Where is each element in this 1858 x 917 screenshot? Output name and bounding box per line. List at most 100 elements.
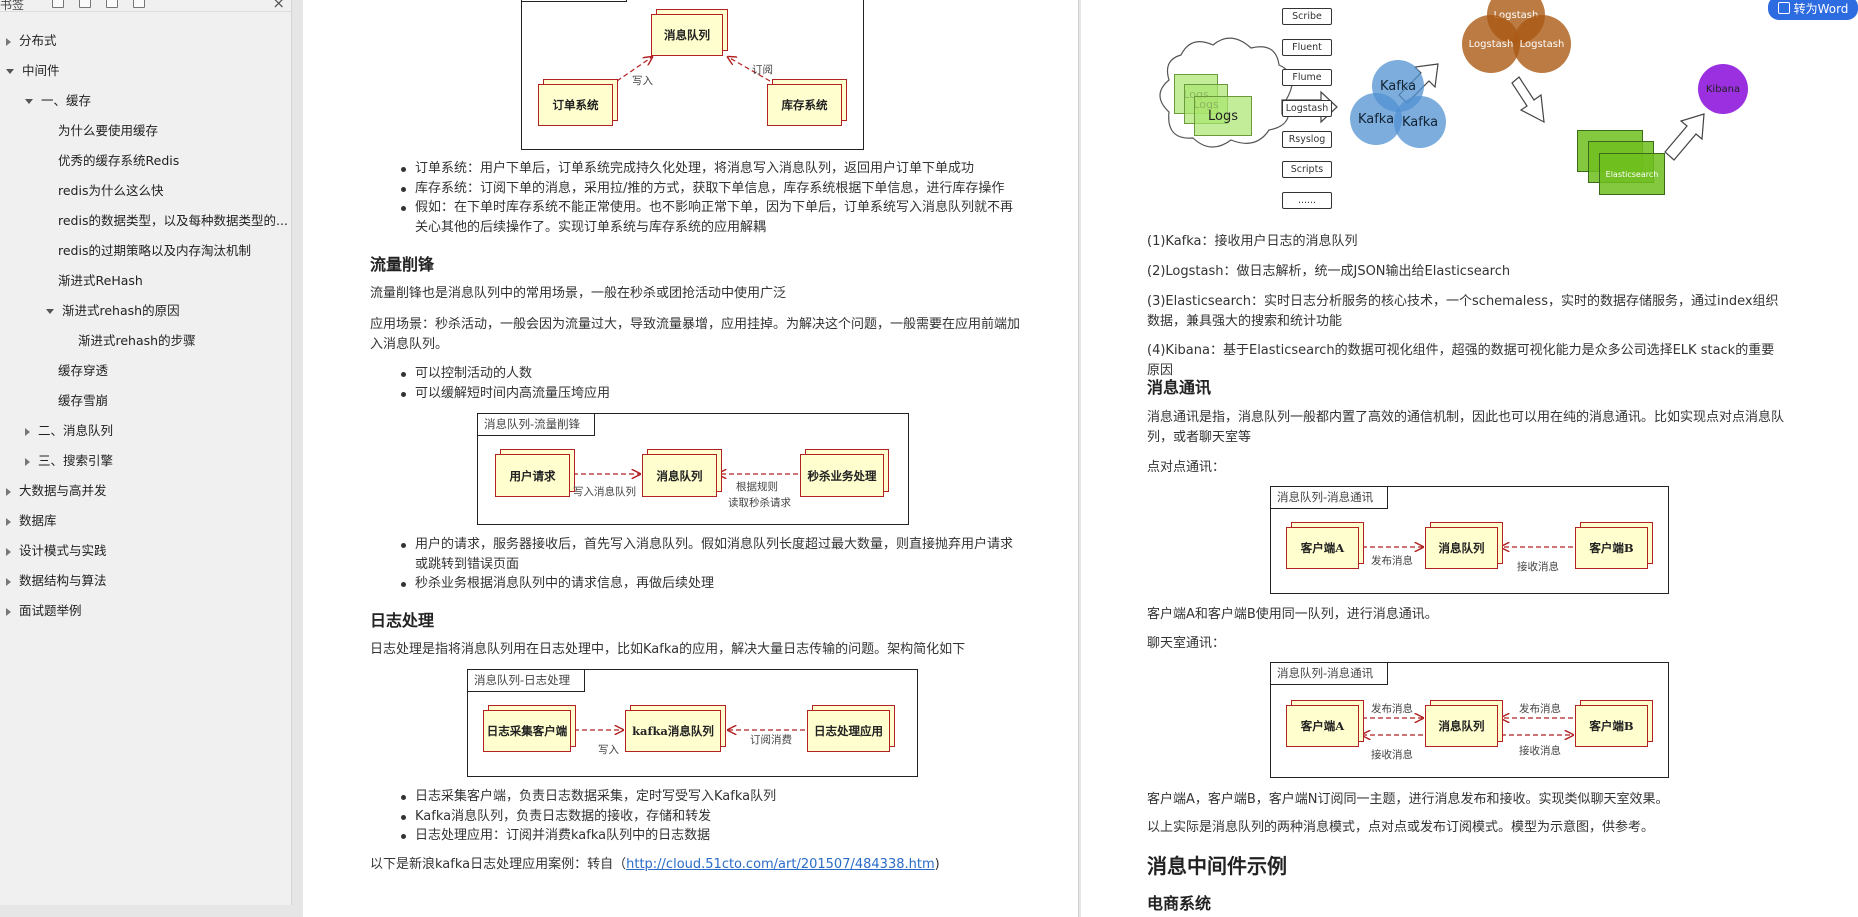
sidebar-toolbar: [52, 0, 145, 8]
sidebar-item[interactable]: 为什么要使用缓存: [58, 118, 158, 144]
case-paragraph: 以下是新浪kafka日志处理应用案例：转自（http://cloud.51cto…: [370, 855, 1030, 875]
sidebar-item-label: redis的过期策略以及内存淘汰机制: [58, 243, 251, 258]
sidebar-item-label: 一、缓存: [41, 93, 92, 108]
sidebar-item-label: 数据库: [19, 513, 57, 528]
queue-node: 消息队列: [642, 454, 717, 497]
sidebar-item[interactable]: redis的数据类型，以及每种数据类型的...: [58, 208, 288, 234]
sidebar-item[interactable]: 渐进式rehash的步骤: [78, 328, 196, 354]
paragraph: (3)Elasticsearch：实时日志分析服务的核心技术，一个schemal…: [1147, 294, 1779, 329]
sidebar-item[interactable]: 面试题举例: [6, 598, 82, 624]
sidebar-item[interactable]: redis为什么这么快: [58, 178, 163, 204]
decoupling-diagram: 消息队列 订单系统 库存系统 写入 订阅: [521, 0, 864, 150]
paragraph: 消息通讯是指，消息队列一般都内置了高效的通信机制，因此也可以用在纯的消息通讯。比…: [1147, 410, 1785, 445]
sidebar-title: 书签: [0, 0, 25, 12]
sidebar-item[interactable]: 分布式: [6, 28, 57, 54]
sidebar-item[interactable]: 中间件: [6, 58, 60, 84]
list-item: 日志采集客户端，负责日志数据采集，定时写受写入Kafka队列: [399, 787, 1019, 807]
rule-label-2: 读取秒杀请求: [728, 497, 791, 509]
collapsed-arrow-icon[interactable]: [6, 37, 11, 46]
expand-all-icon[interactable]: [52, 0, 64, 8]
sidebar-item[interactable]: 大数据与高并发: [6, 478, 107, 504]
decoupling-bullets: 订单系统：用户下单后，订单系统完成持久化处理，将消息写入消息队列，返回用户订单下…: [399, 159, 1019, 237]
log-client-node: 日志采集客户端: [483, 710, 571, 752]
subscribe-consume-label: 订阅消费: [750, 734, 792, 746]
sidebar-item[interactable]: 渐进式ReHash: [58, 268, 143, 294]
sidebar-item-label: 缓存穿透: [58, 363, 109, 378]
rule-label-1: 根据规则: [736, 481, 778, 493]
stock-system-node: 库存系统: [767, 84, 842, 126]
client-a-node: 客户端A: [1286, 527, 1359, 569]
sidebar-header: 书签 ×: [0, 0, 291, 12]
heading-peak: 流量削锋: [370, 255, 435, 274]
sidebar-item-label: 中间件: [22, 63, 60, 78]
write-queue-label: 写入消息队列: [573, 486, 636, 498]
seckill-node: 秒杀业务处理: [800, 454, 884, 497]
expanded-arrow-icon[interactable]: [25, 99, 33, 104]
bookmark-settings-icon[interactable]: [133, 0, 145, 8]
logstash-circle: Logstash: [1462, 15, 1520, 73]
elasticsearch-box: Elasticsearch: [1599, 153, 1665, 195]
sidebar-item[interactable]: 一、缓存: [25, 88, 91, 114]
collapsed-arrow-icon[interactable]: [25, 457, 30, 466]
client-b-node: 客户端B: [1575, 705, 1648, 747]
collapsed-arrow-icon[interactable]: [6, 547, 11, 556]
source-box: Fluent: [1282, 39, 1332, 56]
receive-label: 接收消息: [1371, 749, 1413, 761]
queue-node: 消息队列: [1425, 527, 1498, 569]
sidebar-item-label: 缓存雪崩: [58, 393, 109, 408]
sidebar-item[interactable]: 二、消息队列: [25, 418, 113, 444]
list-item: 秒杀业务根据消息队列中的请求信息，再做后续处理: [399, 574, 1019, 594]
paragraph: 流量削锋也是消息队列中的常用场景，一般在秒杀或团抢活动中使用广泛: [370, 286, 787, 301]
sidebar-item-label: 渐进式rehash的步骤: [78, 333, 196, 348]
sidebar-item-label: 优秀的缓存系统Redis: [58, 153, 180, 168]
user-request-node: 用户请求: [495, 454, 570, 497]
paragraph: 点对点通讯：: [1147, 460, 1226, 475]
sidebar-item-label: 大数据与高并发: [19, 483, 107, 498]
collapsed-arrow-icon[interactable]: [6, 517, 11, 526]
peak-bullets: 可以控制活动的人数 可以缓解短时间内高流量压垮应用: [399, 364, 1019, 403]
list-item: Kafka消息队列，负责日志数据的接收，存储和转发: [399, 807, 1019, 827]
log-diagram: 消息队列-日志处理 日志采集客户端 kafka消息队列 日志处理应用 写入 订阅…: [467, 669, 918, 777]
sidebar-item[interactable]: 设计模式与实践: [6, 538, 107, 564]
sidebar-item-label: 渐进式ReHash: [58, 273, 143, 288]
source-box: Rsyslog: [1282, 131, 1332, 148]
list-item: 可以控制活动的人数: [399, 364, 1019, 384]
collapsed-arrow-icon[interactable]: [6, 577, 11, 586]
add-bookmark-icon[interactable]: [106, 0, 118, 8]
case-suffix: ): [934, 857, 940, 872]
collapsed-arrow-icon[interactable]: [25, 427, 30, 436]
case-link[interactable]: http://cloud.51cto.com/art/201507/484338…: [626, 857, 935, 872]
close-icon[interactable]: ×: [272, 0, 285, 12]
heading-ecommerce: 电商系统: [1147, 894, 1212, 913]
list-item: 日志处理应用：订阅并消费kafka队列中的日志数据: [399, 826, 1019, 846]
sidebar-item[interactable]: 缓存穿透: [58, 358, 108, 384]
sidebar-item[interactable]: 数据结构与算法: [6, 568, 107, 594]
elk-diagram: Logs Logs Logs Scribe Fluent Flume Logst…: [1151, 0, 1771, 209]
sidebar-item[interactable]: redis的过期策略以及内存淘汰机制: [58, 238, 251, 264]
paragraph: (1)Kafka：接收用户日志的消息队列: [1147, 234, 1358, 249]
paragraph: (2)Logstash：做日志解析，统一成JSON输出给Elasticsearc…: [1147, 264, 1511, 279]
sidebar-item[interactable]: 三、搜索引擎: [25, 448, 113, 474]
sidebar-item[interactable]: 数据库: [6, 508, 57, 534]
case-prefix: 以下是新浪kafka日志处理应用案例：转自（: [370, 857, 627, 872]
sidebar-item[interactable]: 渐进式rehash的原因: [46, 298, 180, 324]
collapsed-arrow-icon[interactable]: [6, 607, 11, 616]
sidebar-item[interactable]: 缓存雪崩: [58, 388, 108, 414]
convert-to-word-button[interactable]: 转为Word: [1768, 0, 1858, 20]
bookmark-sidebar: 书签 × 分布式中间件一、缓存为什么要使用缓存优秀的缓存系统Redis redis…: [0, 0, 292, 905]
log-bullets: 日志采集客户端，负责日志数据采集，定时写受写入Kafka队列 Kafka消息队列…: [399, 787, 1019, 846]
peak-diagram: 消息队列-流量削锋 用户请求 消息队列 秒杀业务处理 写入消息队列 根据规则 读…: [477, 413, 909, 525]
publish-label: 发布消息: [1519, 703, 1561, 715]
paragraph: 应用场景：秒杀活动，一般会因为流量过大，导致流量暴增，应用挂掉。为解决这个问题，…: [370, 317, 1021, 352]
expanded-arrow-icon[interactable]: [46, 309, 54, 314]
receive-label: 接收消息: [1517, 561, 1559, 573]
list-item: 假如：在下单时库存系统不能正常使用。也不影响正常下单，因为下单后，订单系统写入消…: [399, 198, 1019, 237]
collapsed-arrow-icon[interactable]: [6, 487, 11, 496]
paragraph: 客户端A，客户端B，客户端N订阅同一主题，进行消息发布和接收。实现类似聊天室效果…: [1147, 792, 1669, 807]
collapse-all-icon[interactable]: [79, 0, 91, 8]
sidebar-item[interactable]: 优秀的缓存系统Redis: [58, 148, 179, 174]
list-item: 可以缓解短时间内高流量压垮应用: [399, 384, 1019, 404]
publish-label: 发布消息: [1371, 555, 1413, 567]
document-page-right: Logs Logs Logs Scribe Fluent Flume Logst…: [1081, 0, 1858, 917]
expanded-arrow-icon[interactable]: [6, 69, 14, 74]
